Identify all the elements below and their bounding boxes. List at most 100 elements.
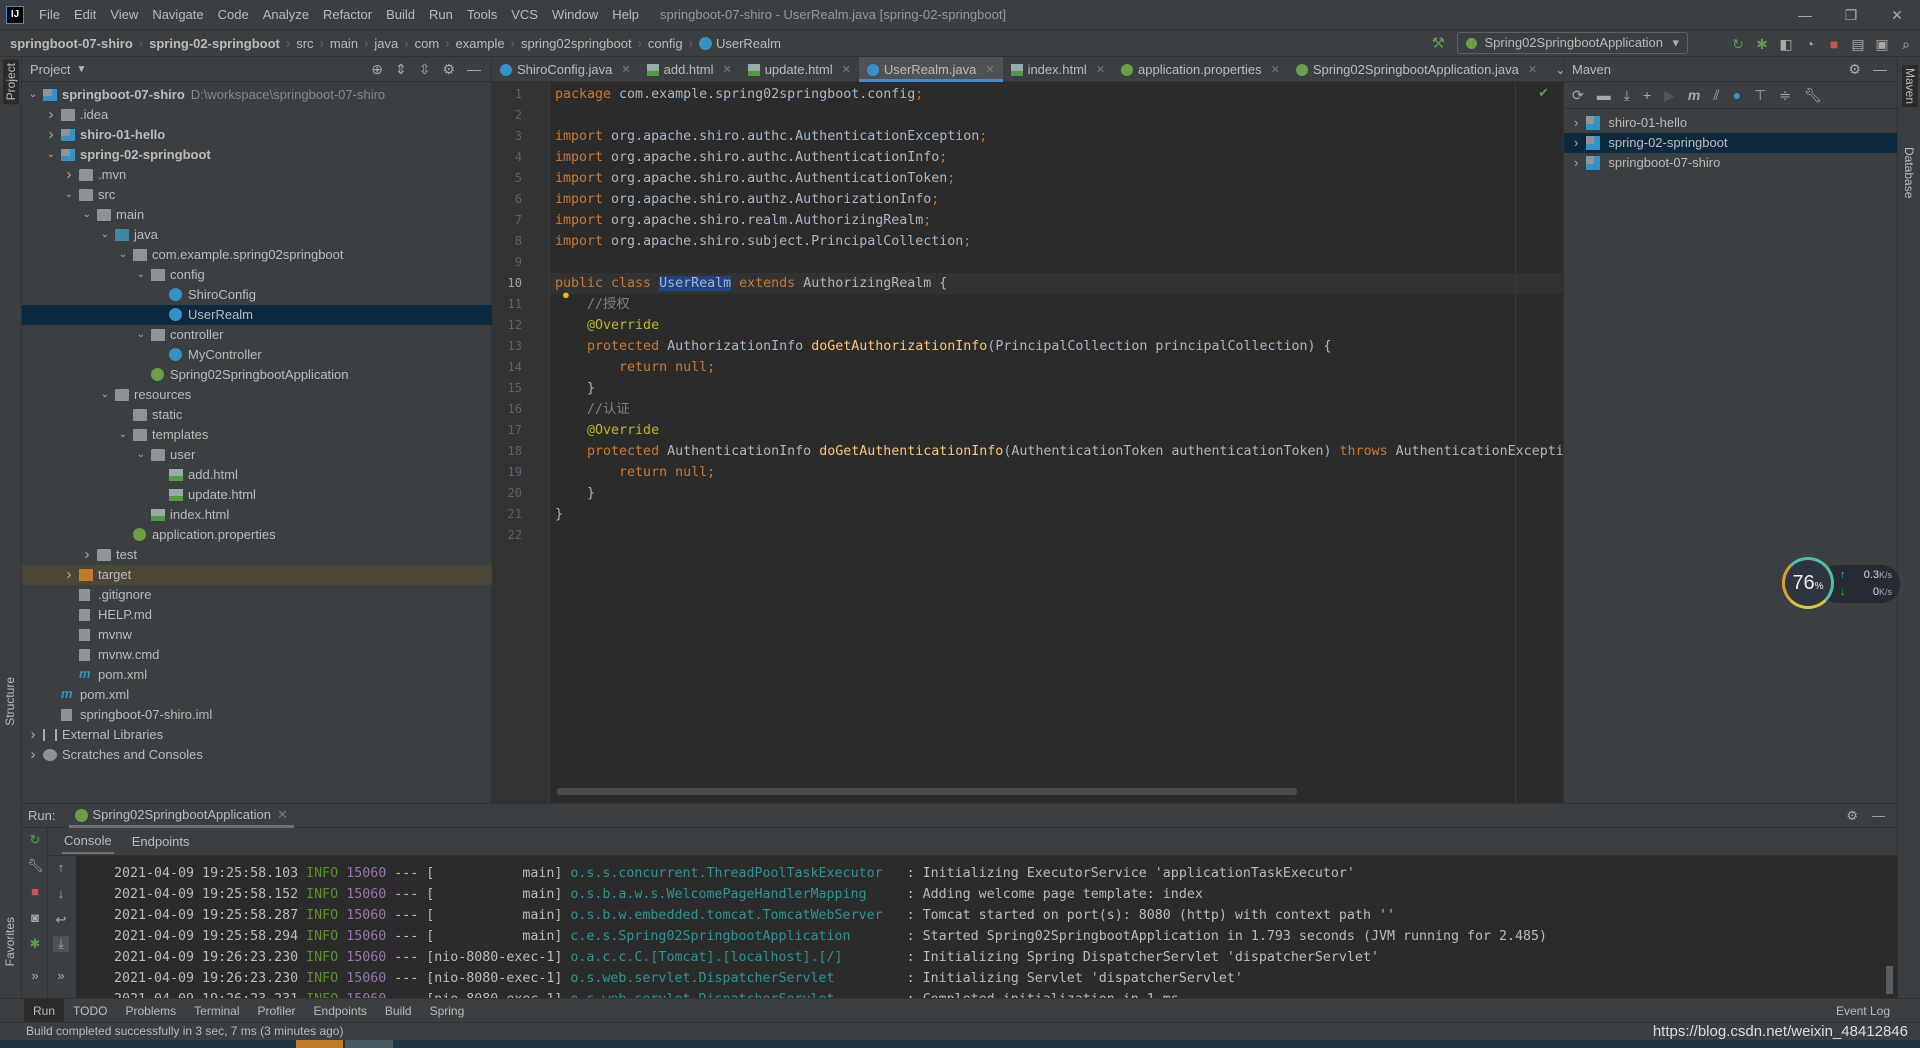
chevron-down-icon[interactable]: ⌄ — [81, 205, 93, 225]
taskbar-item[interactable] — [345, 1040, 393, 1048]
run-configuration-select[interactable]: Spring02SpringbootApplication — [1457, 32, 1688, 54]
project-view-select[interactable]: Project — [30, 62, 70, 77]
breadcrumb-item[interactable]: UserRealm — [716, 36, 781, 51]
tool-problems[interactable]: Problems — [116, 999, 185, 1023]
chevron-down-icon[interactable]: ⌄ — [135, 325, 147, 345]
tree-item[interactable]: ⌄ main — [22, 205, 492, 225]
chevron-right-icon[interactable]: › — [1574, 113, 1578, 133]
tree-item[interactable]: HELP.md — [22, 605, 492, 625]
chevron-down-icon[interactable]: ⌄ — [63, 185, 75, 205]
tree-item[interactable]: UserRealm — [22, 305, 492, 325]
tree-item[interactable]: mvnw — [22, 625, 492, 645]
tree-item[interactable]: .gitignore — [22, 585, 492, 605]
chevron-down-icon[interactable]: ⌄ — [135, 445, 147, 465]
code-line[interactable]: import org.apache.shiro.realm.Authorizin… — [550, 210, 1563, 231]
tab-endpoints[interactable]: Endpoints — [132, 834, 190, 849]
debug-icon[interactable]: ✱ — [27, 936, 43, 952]
code-line[interactable]: //授权 — [550, 294, 1563, 315]
rerun-icon[interactable]: ↻ — [27, 832, 43, 848]
chevron-right-icon[interactable]: › — [1574, 153, 1578, 173]
tool-run[interactable]: Run — [24, 998, 65, 1023]
breadcrumb-item[interactable]: src — [296, 36, 313, 51]
breadcrumb-item[interactable]: springboot-07-shiro — [10, 36, 133, 51]
tree-item[interactable]: ⌄ spring-02-springboot — [22, 145, 492, 165]
close-icon[interactable]: ✕ — [1528, 63, 1537, 76]
tool-build[interactable]: Build — [376, 999, 421, 1023]
tool-todo[interactable]: TODO — [64, 999, 116, 1023]
code-line[interactable]: } — [550, 378, 1563, 399]
breadcrumb-item[interactable]: spring-02-springboot — [149, 36, 280, 51]
run-tab[interactable]: Spring02SpringbootApplication ✕ — [69, 804, 294, 828]
tool-terminal[interactable]: Terminal — [185, 999, 248, 1023]
chevron-down-icon[interactable]: ▼ — [76, 64, 86, 75]
chevron-right-icon[interactable]: › — [63, 165, 75, 185]
toolbox-icon[interactable]: ▣ — [1874, 36, 1890, 52]
tree-item[interactable]: ⌄ java — [22, 225, 492, 245]
tree-item[interactable]: › test — [22, 545, 492, 565]
more-icon[interactable]: » — [53, 968, 69, 983]
gear-icon[interactable]: ⚙ — [1848, 61, 1861, 78]
chevron-down-icon[interactable]: ⌄ — [99, 225, 111, 245]
tree-item[interactable]: ⌄ templates — [22, 425, 492, 445]
reload-icon[interactable]: ⟳ — [1572, 87, 1584, 104]
locate-icon[interactable]: ⊕ — [371, 61, 383, 78]
tree-item[interactable]: add.html — [22, 465, 492, 485]
tree-item[interactable]: › target — [22, 565, 492, 585]
chevron-down-icon[interactable]: ⌄ — [27, 85, 39, 105]
tree-item[interactable]: › shiro-01-hello — [22, 125, 492, 145]
close-icon[interactable]: ✕ — [722, 63, 731, 76]
expand-all-icon[interactable]: ⇕ — [395, 61, 407, 78]
menu-refactor[interactable]: Refactor — [316, 7, 379, 22]
tree-item[interactable]: mvnw.cmd — [22, 645, 492, 665]
tree-item[interactable]: update.html — [22, 485, 492, 505]
breadcrumb-item[interactable]: example — [456, 36, 505, 51]
stripe-structure[interactable]: Structure — [3, 677, 17, 726]
wrench-icon[interactable]: 🔧︎ — [27, 858, 44, 874]
code-line[interactable]: public class UserRealm extends Authorizi… — [550, 273, 1563, 294]
horizontal-scrollbar[interactable] — [557, 788, 1297, 795]
maven-project[interactable]: › shiro-01-hello — [1564, 113, 1897, 133]
close-icon[interactable]: ✕ — [1096, 63, 1105, 76]
tab-application-properties[interactable]: application.properties ✕ — [1113, 57, 1288, 82]
gear-icon[interactable]: ⚙ — [1846, 808, 1858, 824]
menu-vcs[interactable]: VCS — [504, 7, 545, 22]
collapse-all-icon[interactable]: ⇳ — [419, 61, 431, 78]
tree-item[interactable]: ⌄ springboot-07-shiro D:\workspace\springb… — [22, 85, 492, 105]
taskbar-item[interactable] — [296, 1040, 343, 1048]
breadcrumb-item[interactable]: com — [415, 36, 440, 51]
tool-profiler[interactable]: Profiler — [249, 999, 305, 1023]
download-icon[interactable]: ⤓ — [1624, 87, 1630, 104]
soft-wrap-icon[interactable]: ↩ — [53, 912, 69, 928]
gear-icon[interactable]: ⚙ — [442, 61, 455, 78]
chevron-right-icon[interactable]: › — [81, 545, 93, 565]
stripe-maven[interactable]: Maven — [1902, 65, 1918, 108]
menu-code[interactable]: Code — [211, 7, 256, 22]
breadcrumb-item[interactable]: config — [648, 36, 683, 51]
scroll-to-end-icon[interactable]: ⤓ — [53, 936, 69, 952]
close-icon[interactable]: ✕ — [277, 807, 288, 822]
tree-item[interactable]: ⌄ config — [22, 265, 492, 285]
profile-icon[interactable]: ◔ — [1802, 36, 1818, 52]
breadcrumb-item[interactable]: spring02springboot — [521, 36, 632, 51]
build-hammer-icon[interactable]: ⚒ — [1432, 34, 1445, 52]
console-output[interactable]: 2021-04-09 19:25:58.103 INFO 15060 --- [… — [76, 856, 1897, 999]
menu-analyze[interactable]: Analyze — [256, 7, 316, 22]
tree-item[interactable]: ⌄ com.example.spring02springboot — [22, 245, 492, 265]
code-line[interactable]: protected AuthenticationInfo doGetAuthen… — [550, 441, 1563, 462]
code-line[interactable]: protected AuthorizationInfo doGetAuthori… — [550, 336, 1563, 357]
menu-edit[interactable]: Edit — [67, 7, 103, 22]
maven-goal-icon[interactable]: m — [1688, 87, 1700, 103]
menu-run[interactable]: Run — [422, 7, 460, 22]
debug-icon[interactable]: ✱ — [1754, 36, 1770, 52]
tool-endpoints[interactable]: Endpoints — [305, 999, 376, 1023]
code-line[interactable]: return null; — [550, 462, 1563, 483]
code-line[interactable]: } — [550, 483, 1563, 504]
tree-item[interactable]: MyController — [22, 345, 492, 365]
tree-item[interactable]: ⌄ src — [22, 185, 492, 205]
rerun-icon[interactable]: ↻ — [1730, 36, 1746, 52]
lightbulb-icon[interactable]: ● — [562, 287, 570, 302]
code-area[interactable]: package com.example.spring02springboot.c… — [550, 82, 1563, 782]
code-line[interactable]: @Override — [550, 315, 1563, 336]
tree-item[interactable]: Spring02SpringbootApplication — [22, 365, 492, 385]
chevron-down-icon[interactable]: ⌄ — [45, 145, 57, 165]
